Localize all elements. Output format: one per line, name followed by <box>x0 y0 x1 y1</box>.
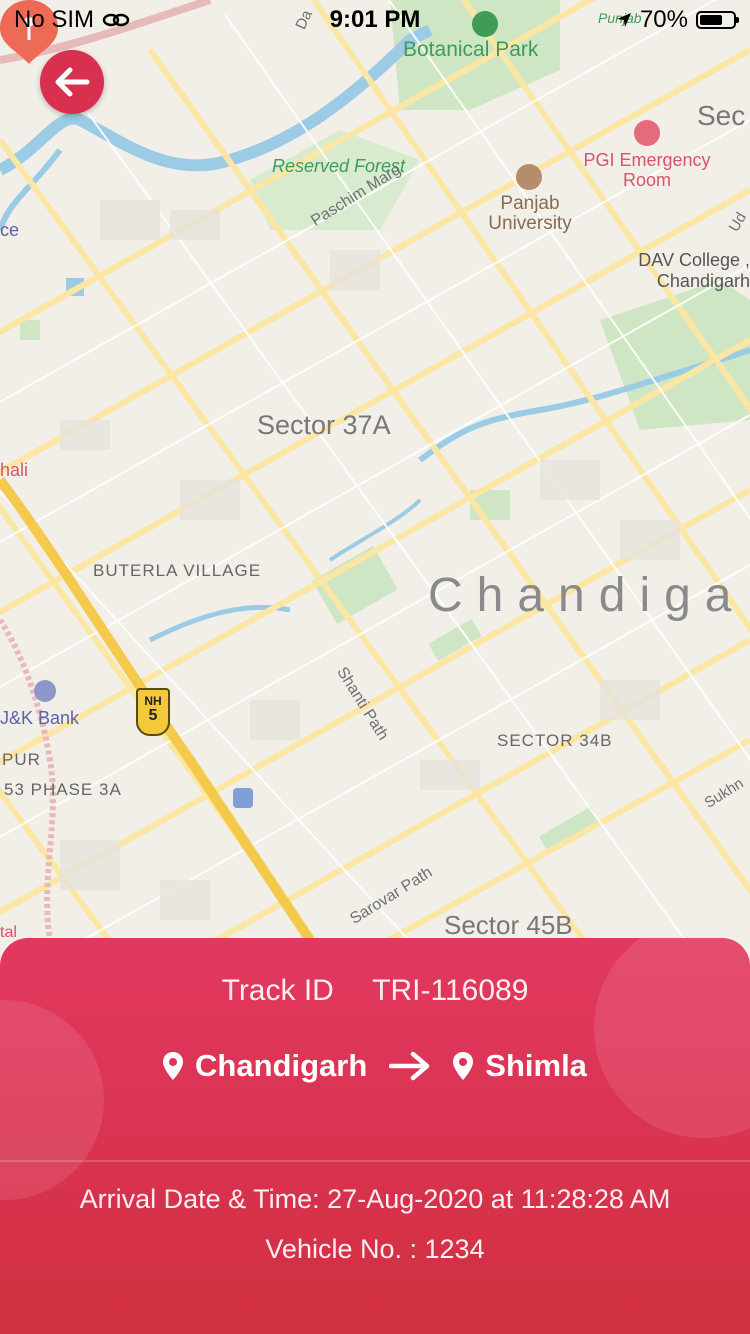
map-label-phase-3a: 53 PHASE 3A <box>4 780 122 799</box>
nh5-shield-icon: NH 5 <box>136 688 170 736</box>
decor-bubble-right <box>594 938 750 1138</box>
arrow-left-icon <box>55 67 90 97</box>
track-id-value: TRI-116089 <box>372 974 529 1007</box>
map-label-tal-partial: tal <box>0 924 17 941</box>
map-label-sector-34b: SECTOR 34B <box>497 731 613 750</box>
vehicle-row: Vehicle No. : 1234 <box>0 1234 750 1265</box>
track-id-row: Track ID TRI-116089 <box>0 974 750 1008</box>
map-label-hali-partial: hali <box>0 460 29 480</box>
destination-city-name: Shimla <box>485 1048 587 1083</box>
map-marker-icon <box>453 1052 474 1080</box>
map-label-chandigarh: Chandiga <box>428 569 746 622</box>
arrival-value: 27-Aug-2020 at 11:28:28 AM <box>327 1184 671 1214</box>
map-label-pgi-emergency: PGI Emergency Room <box>583 150 711 190</box>
map-label-pur: PUR <box>2 750 41 769</box>
arrow-right-icon <box>389 1051 430 1081</box>
battery-percent: 70% <box>639 6 688 33</box>
bank-icon <box>34 680 56 702</box>
divider <box>0 1160 750 1162</box>
status-bar: No SIM 9:01 PM 70% <box>0 0 750 40</box>
status-right: 70% <box>616 6 739 34</box>
map-label-sector-45b: Sector 45B <box>444 910 573 940</box>
battery-fill <box>700 15 723 25</box>
map-label-buterla-village: BUTERLA VILLAGE <box>93 561 262 580</box>
hospital-icon <box>634 120 660 146</box>
destination-city: Shimla <box>453 1048 587 1084</box>
university-icon <box>516 164 542 190</box>
map-label-dav-college: DAV College , Chandigarh <box>638 250 750 291</box>
map-label-panjab-university: Panjab University <box>488 193 572 234</box>
map-label-botanical-park: Botanical Park <box>403 38 539 61</box>
location-arrow-icon <box>616 13 631 27</box>
map-label-sector-37a: Sector 37A <box>257 410 391 440</box>
bus-icon <box>233 788 253 808</box>
route-row: Chandigarh Shimla <box>0 1048 750 1084</box>
track-id-label: Track ID <box>221 974 334 1007</box>
map-marker-icon <box>163 1052 184 1080</box>
map-label-sec-partial: Sec <box>697 100 746 131</box>
arrival-row: Arrival Date & Time: 27-Aug-2020 at 11:2… <box>0 1184 750 1215</box>
nh5-shield-number: 5 <box>148 707 158 724</box>
decor-bubble-left <box>0 1000 104 1200</box>
origin-city: Chandigarh <box>163 1048 367 1084</box>
back-button[interactable] <box>40 50 104 114</box>
battery-icon <box>696 11 739 29</box>
map-label-jk-bank: J&K Bank <box>0 708 80 728</box>
arrival-label: Arrival Date & Time: <box>79 1184 320 1214</box>
map-label-ce-partial: ce <box>0 220 20 240</box>
vehicle-label: Vehicle No. : <box>265 1234 417 1264</box>
origin-city-name: Chandigarh <box>195 1048 368 1083</box>
vehicle-value: 1234 <box>424 1234 485 1264</box>
tracking-info-sheet: Track ID TRI-116089 Chandigarh Shimla Ar… <box>0 938 750 1334</box>
